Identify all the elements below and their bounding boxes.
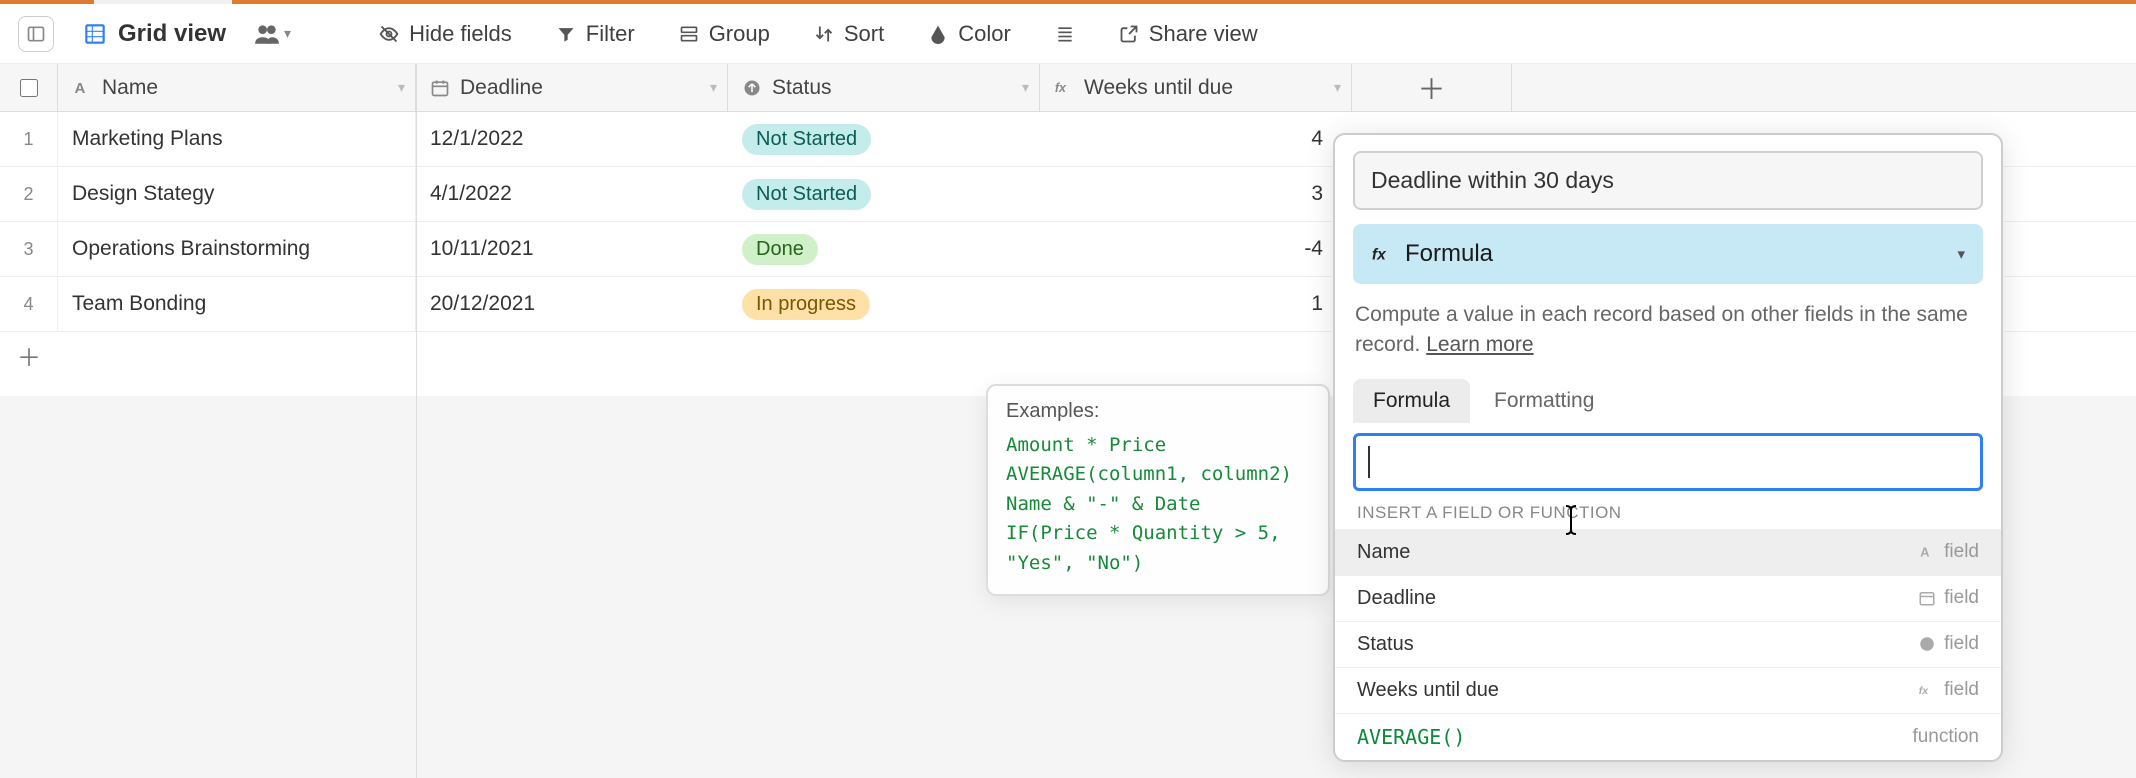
learn-more-link[interactable]: Learn more: [1426, 333, 1533, 356]
column-weeks-label: Weeks until due: [1084, 76, 1233, 100]
toggle-sidebar-button[interactable]: [18, 16, 54, 52]
field-config-panel: fx Formula ▾ Compute a value in each rec…: [1333, 133, 2003, 762]
add-row-button[interactable]: ＋: [0, 338, 58, 373]
examples-title: Examples:: [1006, 400, 1310, 423]
cell-weeks[interactable]: -4: [1040, 222, 1352, 276]
cell-status[interactable]: In progress: [728, 277, 1040, 331]
formula-tabs: Formula Formatting: [1353, 379, 1983, 423]
hide-fields-label: Hide fields: [409, 21, 512, 47]
tab-formatting[interactable]: Formatting: [1474, 379, 1614, 423]
formula-examples-tooltip: Examples: Amount * Price AVERAGE(column1…: [986, 384, 1330, 596]
add-column-button[interactable]: ＋: [1352, 64, 1512, 111]
cell-status[interactable]: Done: [728, 222, 1040, 276]
collaborators-button[interactable]: ▾: [254, 23, 291, 45]
examples-code: Amount * Price AVERAGE(column1, column2)…: [1006, 431, 1310, 578]
insert-list: NameAfieldDeadlinefieldStatusfieldWeeks …: [1335, 529, 2001, 760]
insert-item[interactable]: AVERAGE()function: [1335, 713, 2001, 760]
hide-fields-button[interactable]: Hide fields: [371, 15, 520, 53]
column-header-status[interactable]: Status▾: [728, 64, 1040, 111]
insert-label: INSERT A FIELD OR FUNCTION: [1335, 491, 2001, 529]
cell-deadline[interactable]: 20/12/2021: [416, 277, 728, 331]
sort-button[interactable]: Sort: [806, 15, 892, 53]
view-name-label: Grid view: [118, 20, 226, 48]
view-name[interactable]: Grid view: [82, 20, 226, 48]
share-view-label: Share view: [1149, 21, 1258, 47]
tab-formula[interactable]: Formula: [1353, 379, 1470, 423]
cell-status[interactable]: Not Started: [728, 167, 1040, 221]
sort-label: Sort: [844, 21, 884, 47]
field-name-input[interactable]: [1353, 151, 1983, 210]
cell-status[interactable]: Not Started: [728, 112, 1040, 166]
svg-text:fx: fx: [1372, 247, 1387, 264]
column-deadline-label: Deadline: [460, 76, 543, 100]
column-header-row: A Name▾ Deadline▾ Status▾ fx Weeks until…: [0, 64, 2136, 112]
select-all-checkbox[interactable]: [0, 64, 58, 111]
column-header-weeks[interactable]: fx Weeks until due▾: [1040, 64, 1352, 111]
row-number: 4: [0, 277, 58, 331]
filter-button[interactable]: Filter: [548, 15, 643, 53]
share-view-button[interactable]: Share view: [1111, 15, 1266, 53]
group-label: Group: [709, 21, 770, 47]
insert-item[interactable]: Statusfield: [1335, 621, 2001, 667]
text-cursor: [1368, 446, 1370, 478]
cell-deadline[interactable]: 4/1/2022: [416, 167, 728, 221]
group-button[interactable]: Group: [671, 15, 778, 53]
insert-item[interactable]: Weeks until duefxfield: [1335, 667, 2001, 713]
filter-label: Filter: [586, 21, 635, 47]
color-button[interactable]: Color: [920, 15, 1019, 53]
formula-icon: fx: [1371, 243, 1393, 265]
column-header-name[interactable]: A Name▾: [58, 64, 416, 111]
cell-deadline[interactable]: 10/11/2021: [416, 222, 728, 276]
color-label: Color: [958, 21, 1011, 47]
svg-text:fx: fx: [1919, 685, 1929, 697]
cell-deadline[interactable]: 12/1/2022: [416, 112, 728, 166]
cell-name[interactable]: Marketing Plans: [58, 112, 416, 166]
field-type-label: Formula: [1405, 240, 1493, 268]
field-type-select[interactable]: fx Formula ▾: [1353, 224, 1983, 284]
column-status-label: Status: [772, 76, 832, 100]
cell-name[interactable]: Design Stategy: [58, 167, 416, 221]
column-header-deadline[interactable]: Deadline▾: [416, 64, 728, 111]
cell-name[interactable]: Team Bonding: [58, 277, 416, 331]
field-type-description: Compute a value in each record based on …: [1355, 300, 1981, 361]
row-height-button[interactable]: [1047, 18, 1083, 50]
cell-weeks[interactable]: 3: [1040, 167, 1352, 221]
row-number: 3: [0, 222, 58, 276]
svg-text:A: A: [75, 80, 86, 97]
row-number: 2: [0, 167, 58, 221]
chevron-down-icon: ▾: [1957, 245, 1965, 263]
cell-name[interactable]: Operations Brainstorming: [58, 222, 416, 276]
row-number: 1: [0, 112, 58, 166]
view-toolbar: Grid view ▾ Hide fields Filter Group Sor…: [0, 4, 2136, 64]
cell-weeks[interactable]: 4: [1040, 112, 1352, 166]
svg-text:fx: fx: [1055, 81, 1067, 95]
column-name-label: Name: [102, 76, 158, 100]
insert-item[interactable]: Deadlinefield: [1335, 575, 2001, 621]
formula-input[interactable]: [1353, 433, 1983, 491]
svg-text:A: A: [1920, 545, 1929, 560]
insert-item[interactable]: NameAfield: [1335, 529, 2001, 575]
cell-weeks[interactable]: 1: [1040, 277, 1352, 331]
